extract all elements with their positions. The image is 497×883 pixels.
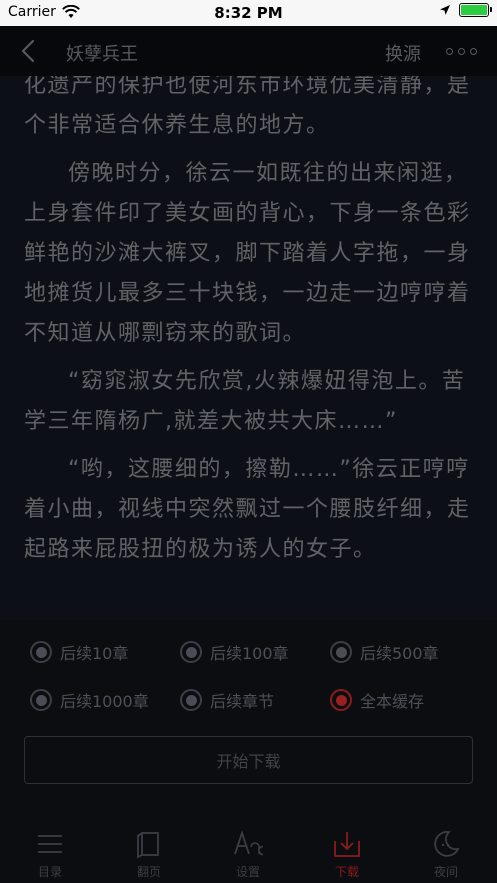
radio-button[interactable] [180,641,202,663]
radio-button[interactable] [180,689,202,711]
tab-label: 下载 [334,865,359,879]
tab-label: 设置 [235,865,260,879]
book-title: 妖孽兵王 [66,44,138,65]
option-label: 后续100章 [210,644,289,663]
radio-button[interactable] [30,689,52,711]
tab-label: 目录 [37,865,62,879]
option-label: 全本缓存 [360,692,425,711]
option-label: 后续1000章 [60,692,149,711]
download-icon [334,832,360,857]
bottom-tab-bar: 目录 翻页 设置 下载 夜间 [0,823,497,883]
paragraph: “哟，这腰细的，擦勒……”徐云正哼哼着小曲，视线中突然飘过一个腰肢纤细，走起路来… [24,457,471,562]
tab-download[interactable]: 下载 [317,829,377,880]
option-next-100[interactable]: 后续100章 [180,640,289,664]
font-settings-icon [234,830,263,856]
option-full-cache[interactable]: 全本缓存 [330,688,424,712]
option-remaining-chapters[interactable]: 后续章节 [180,688,274,712]
radio-button[interactable] [30,641,52,663]
option-next-1000[interactable]: 后续1000章 [30,688,149,712]
option-label: 后续500章 [360,644,439,663]
radio-button[interactable] [330,641,352,663]
tab-settings[interactable]: 设置 [218,829,278,880]
tab-label: 夜间 [433,865,458,879]
option-label: 后续章节 [210,692,275,711]
tab-night-mode[interactable]: 夜间 [416,829,476,880]
tab-label: 翻页 [136,865,161,879]
option-next-10[interactable]: 后续10章 [30,640,128,664]
option-next-500[interactable]: 后续500章 [330,640,439,664]
change-source-button[interactable]: 换源 [385,40,421,66]
tab-contents[interactable]: 目录 [20,829,80,880]
radio-button-selected[interactable] [330,689,352,711]
start-download-button[interactable]: 开始下载 [24,736,473,784]
status-bar: Carrier 8:32 PM [0,0,497,26]
clock: 8:32 PM [214,4,283,22]
nav-bar: 妖孽兵王 换源 [0,26,497,76]
chevron-left-icon[interactable] [16,38,42,64]
night-mode-icon [434,830,460,857]
paragraph: “窈窕淑女先欣赏,火辣爆妞得泡上。苦学三年隋杨广,就差大被共大床……” [24,369,466,434]
paragraph: 傍晚时分，徐云一如既往的出来闲逛，上身套件印了美女画的背心，下身一条色彩鲜艳的沙… [24,161,471,346]
tab-page-flip[interactable]: 翻页 [119,829,179,880]
reader-text: 万东市是个不自然，步个东田东河初物质文化遗产的保护也使河东市环境优美清静，是个非… [24,33,476,578]
reader-page[interactable]: 万东市是个不自然，步个东田东河初物质文化遗产的保护也使河东市环境优美清静，是个非… [0,0,497,620]
option-label: 后续10章 [60,644,129,663]
battery-icon [459,3,492,17]
list-icon [38,835,62,853]
more-dots-icon[interactable] [446,48,477,55]
location-arrow-icon [440,5,450,15]
page-flip-icon [137,832,159,859]
